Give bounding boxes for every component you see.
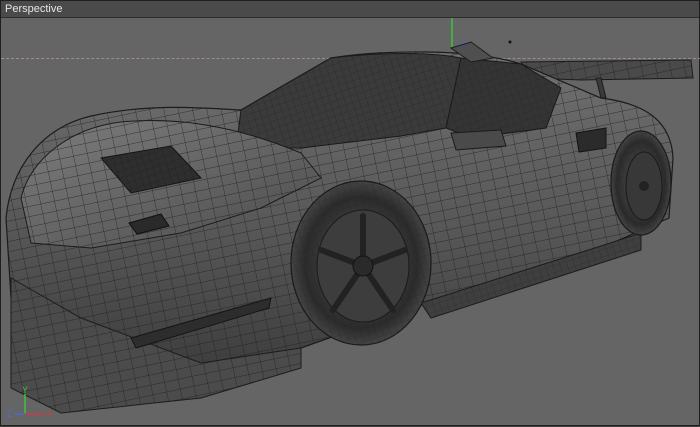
scene-svg — [5, 18, 694, 414]
front-wheel[interactable] — [290, 180, 432, 346]
scene-marker — [508, 40, 512, 44]
rear-wheel[interactable] — [610, 130, 672, 236]
gizmo-y-label: Y — [22, 386, 28, 395]
axis-gizmo-icon: Y Z X — [7, 386, 55, 424]
viewport-label[interactable]: Perspective — [5, 2, 62, 16]
gizmo-x-label: X — [46, 409, 52, 419]
gizmo-z-label: Z — [7, 409, 13, 419]
viewport-canvas[interactable]: Y Z X — [1, 18, 700, 427]
viewport-header: Perspective — [1, 1, 699, 18]
viewport-frame[interactable]: Perspective Y Z X — [0, 0, 700, 426]
